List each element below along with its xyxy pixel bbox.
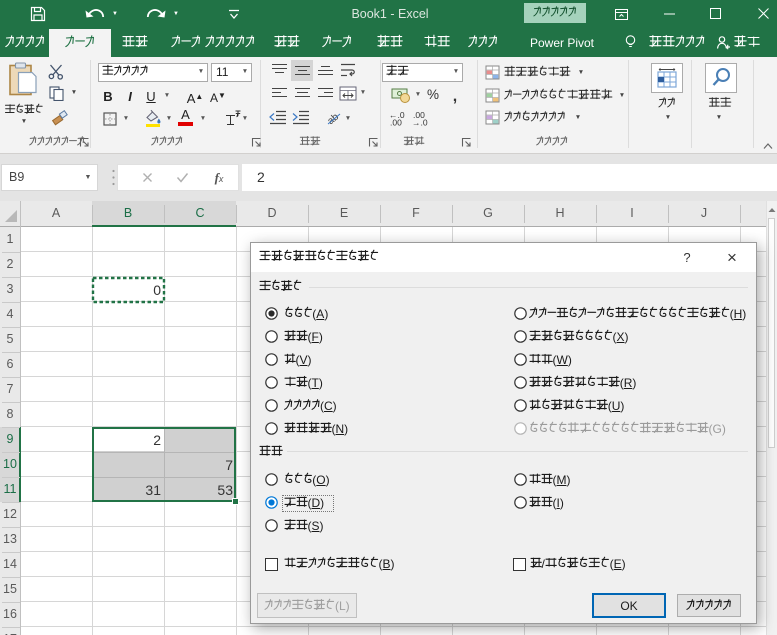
svg-text:.00: .00 — [390, 118, 402, 127]
svg-text:→.0: →.0 — [412, 118, 428, 127]
svg-text:ab: ab — [325, 111, 341, 126]
